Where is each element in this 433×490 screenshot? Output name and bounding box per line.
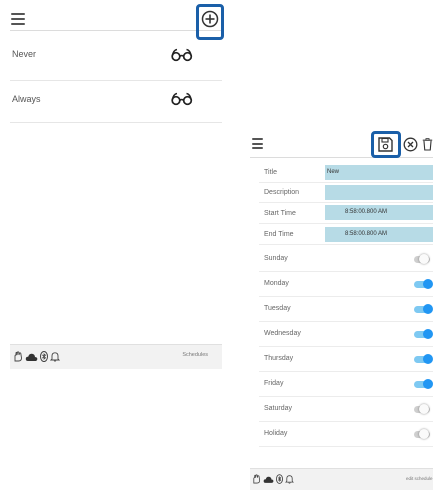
description-label: Description: [264, 189, 300, 196]
monday-toggle[interactable]: [414, 279, 433, 289]
end-time-label: End Time: [264, 231, 294, 238]
holiday-toggle[interactable]: [414, 429, 430, 439]
day-label: Sunday: [264, 255, 288, 262]
schedule-label: Never: [12, 49, 37, 59]
day-row: Sunday: [259, 247, 433, 272]
menu-icon[interactable]: [252, 138, 263, 149]
wednesday-toggle[interactable]: [414, 329, 433, 339]
start-time-field[interactable]: 8:58:00.800 AM: [325, 205, 433, 220]
day-label: Holiday: [264, 430, 288, 437]
title-label: Title: [264, 169, 277, 176]
title-value: New: [327, 169, 340, 175]
bell-icon: [50, 352, 60, 362]
list-item[interactable]: Always: [10, 86, 222, 122]
list-divider: [10, 122, 222, 123]
day-row: Saturday: [259, 397, 433, 422]
day-row: Thursday: [259, 347, 433, 372]
day-label: Wednesday: [264, 330, 301, 337]
save-icon[interactable]: [377, 136, 394, 153]
start-time-row: Start Time 8:58:00.800 AM: [259, 203, 433, 224]
tuesday-toggle[interactable]: [414, 304, 433, 314]
day-row: Tuesday: [259, 297, 433, 322]
glasses-icon: [171, 48, 193, 67]
toolbar-divider: [250, 157, 433, 158]
status-bar: edit schedule: [250, 468, 433, 490]
cloud-icon: [263, 476, 274, 483]
end-time-row: End Time 8:58:00.800 AM: [259, 224, 433, 245]
glasses-icon: [171, 92, 193, 111]
status-bar: Schedules: [10, 344, 222, 369]
bell-icon: [285, 475, 294, 484]
end-time-value: 8:58:00.800 AM: [345, 231, 388, 237]
hand-icon: [14, 351, 22, 362]
saturday-toggle[interactable]: [414, 404, 430, 414]
day-label: Thursday: [264, 355, 294, 362]
day-row: Wednesday: [259, 322, 433, 347]
thursday-toggle[interactable]: [414, 354, 433, 364]
day-label: Friday: [264, 380, 284, 387]
day-label: Tuesday: [264, 305, 291, 312]
right-screen: Title New Description Start Time 8:58:00…: [250, 128, 433, 490]
schedule-label: Always: [12, 94, 41, 104]
description-field[interactable]: [325, 185, 433, 200]
list-item[interactable]: Never: [10, 40, 222, 80]
left-screen: Never Always Schedules: [0, 0, 225, 380]
day-row: Monday: [259, 272, 433, 297]
status-label[interactable]: Schedules: [182, 352, 208, 358]
close-circle-icon[interactable]: [403, 137, 418, 152]
day-row: Holiday: [259, 422, 433, 447]
title-field[interactable]: New: [325, 165, 433, 180]
start-time-label: Start Time: [264, 210, 296, 217]
status-icons: [252, 474, 294, 484]
bluetooth-icon: [40, 351, 48, 362]
day-label: Saturday: [264, 405, 293, 412]
plus-circle-icon[interactable]: [201, 10, 219, 28]
day-label: Monday: [264, 280, 289, 287]
day-row: Friday: [259, 372, 433, 397]
title-row: Title New: [259, 164, 433, 183]
trash-icon[interactable]: [422, 136, 433, 153]
bluetooth-icon: [276, 474, 283, 484]
sunday-toggle[interactable]: [414, 254, 430, 264]
end-time-field[interactable]: 8:58:00.800 AM: [325, 227, 433, 242]
list-divider: [10, 80, 222, 81]
friday-toggle[interactable]: [414, 379, 433, 389]
menu-icon[interactable]: [11, 13, 25, 25]
toolbar-divider: [10, 30, 222, 31]
status-icons: [13, 351, 60, 362]
start-time-value: 8:58:00.800 AM: [345, 209, 388, 215]
status-label[interactable]: edit schedule: [406, 476, 433, 481]
hand-icon: [253, 474, 261, 484]
cloud-icon: [25, 353, 38, 361]
description-row: Description: [259, 183, 433, 203]
